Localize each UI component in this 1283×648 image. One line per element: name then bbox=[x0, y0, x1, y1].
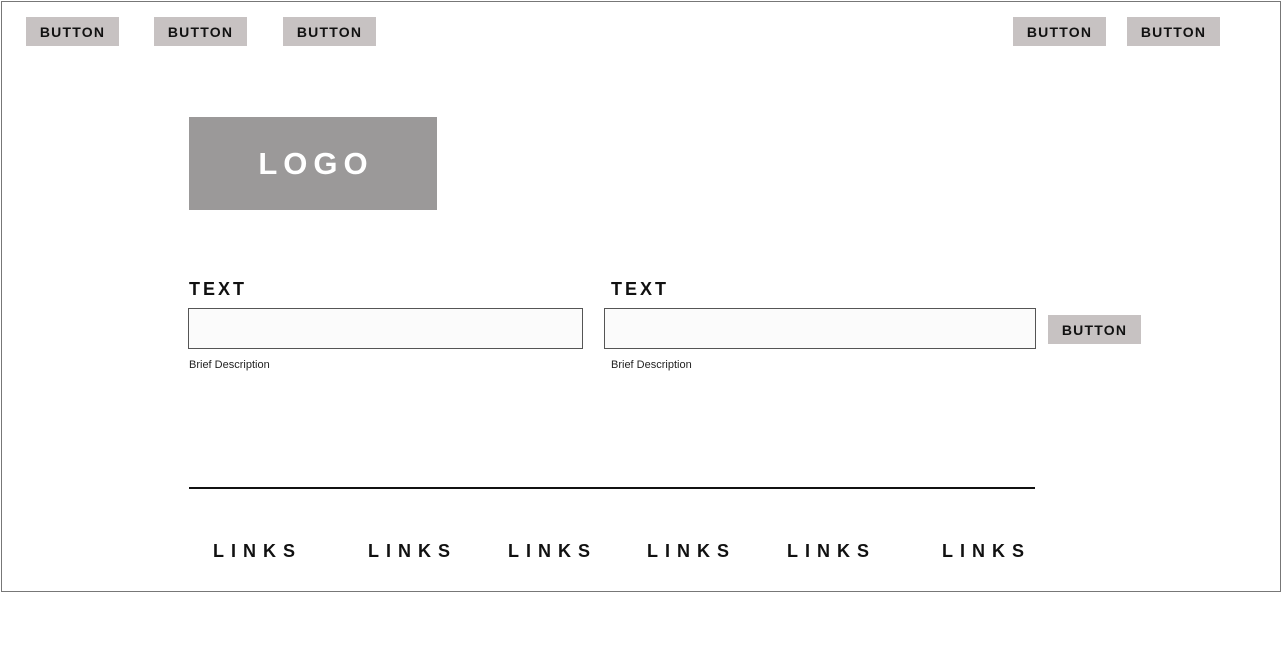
field-2-label: TEXT bbox=[611, 279, 670, 299]
nav-button-right-1[interactable]: BUTTON bbox=[1013, 17, 1106, 46]
field-1-input[interactable] bbox=[188, 308, 583, 349]
nav-button-right-2[interactable]: BUTTON bbox=[1127, 17, 1220, 46]
nav-button-3[interactable]: BUTTON bbox=[283, 17, 376, 46]
footer-link-5[interactable]: LINKS bbox=[787, 541, 876, 562]
submit-button[interactable]: BUTTON bbox=[1048, 315, 1141, 344]
field-1-description: Brief Description bbox=[189, 359, 270, 371]
nav-button-2[interactable]: BUTTON bbox=[154, 17, 247, 46]
field-2-input[interactable] bbox=[604, 308, 1036, 349]
footer-link-4[interactable]: LINKS bbox=[647, 541, 736, 562]
footer-divider bbox=[189, 487, 1035, 489]
footer-link-2[interactable]: LINKS bbox=[368, 541, 457, 562]
nav-button-1[interactable]: BUTTON bbox=[26, 17, 119, 46]
footer-link-6[interactable]: LINKS bbox=[942, 541, 1031, 562]
footer-link-1[interactable]: LINKS bbox=[213, 541, 302, 562]
logo[interactable]: LOGO bbox=[189, 117, 437, 210]
footer-link-3[interactable]: LINKS bbox=[508, 541, 597, 562]
field-2-description: Brief Description bbox=[611, 359, 692, 371]
field-1-label: TEXT bbox=[189, 279, 248, 299]
